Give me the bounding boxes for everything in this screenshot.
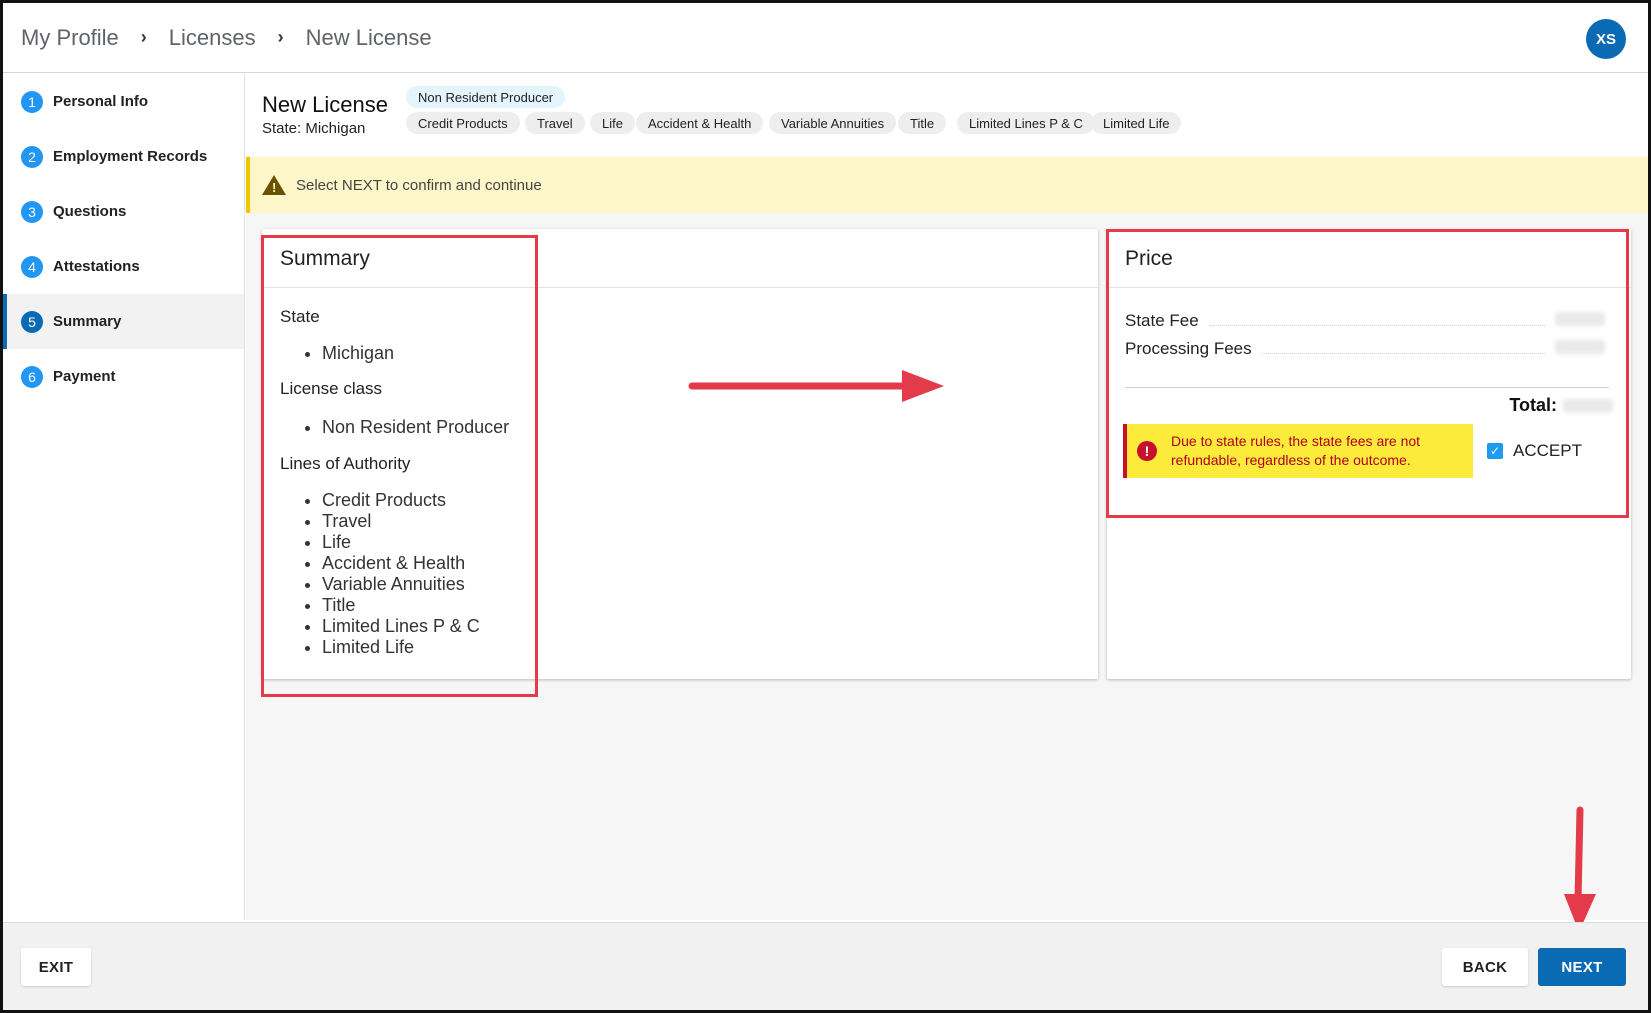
step-number: 1: [21, 90, 43, 113]
sidebar-item-label: Employment Records: [53, 148, 208, 165]
license-class-list: Non Resident Producer: [322, 417, 509, 438]
list-item: Limited Lines P & C: [322, 616, 480, 637]
sidebar-item-personal-info[interactable]: 1 Personal Info: [3, 74, 244, 129]
summary-card: Summary State Michigan License class Non…: [262, 229, 1098, 679]
list-item: Non Resident Producer: [322, 417, 509, 438]
list-item: Michigan: [322, 343, 394, 364]
line-chip: Accident & Health: [636, 112, 764, 134]
step-number: 4: [21, 255, 43, 278]
refund-alert: ! Due to state rules, the state fees are…: [1123, 424, 1473, 478]
list-item: Limited Life: [322, 637, 480, 658]
line-chip: Credit Products: [406, 112, 520, 134]
license-header: New License State: Michigan Non Resident…: [246, 74, 1648, 156]
accept-checkbox[interactable]: ✓ ACCEPT: [1487, 441, 1582, 461]
breadcrumb-licenses[interactable]: Licenses: [169, 25, 256, 51]
list-item: Credit Products: [322, 490, 480, 511]
line-chip: Variable Annuities: [769, 112, 897, 134]
footer-bar: EXIT BACK NEXT: [3, 922, 1648, 1010]
license-state: State: Michigan: [262, 120, 366, 137]
summary-title: Summary: [280, 247, 370, 270]
sidebar-item-attestations[interactable]: 4 Attestations: [3, 239, 244, 294]
list-item: Life: [322, 532, 480, 553]
price-card: Price State Fee Processing Fees Total: !…: [1107, 229, 1631, 679]
redacted-amount: [1555, 312, 1605, 326]
sidebar-item-summary[interactable]: 5 Summary: [3, 294, 244, 349]
list-item: Variable Annuities: [322, 574, 480, 595]
processing-fee-label: Processing Fees: [1125, 339, 1252, 358]
line-chip: Limited Life: [1091, 112, 1182, 134]
total-row: Total:: [1509, 395, 1613, 416]
next-button[interactable]: NEXT: [1538, 948, 1626, 986]
sidebar-item-label: Payment: [53, 368, 116, 385]
line-chip: Limited Lines P & C: [957, 112, 1095, 134]
state-fee-label: State Fee: [1125, 311, 1199, 330]
error-icon: !: [1137, 441, 1157, 461]
sidebar-item-label: Personal Info: [53, 93, 149, 110]
divider: [1125, 387, 1609, 388]
license-class-label: License class: [280, 379, 383, 398]
redacted-amount: [1555, 340, 1605, 354]
exit-button[interactable]: EXIT: [21, 948, 91, 986]
sidebar-item-employment-records[interactable]: 2 Employment Records: [3, 129, 244, 184]
banner-text: Select NEXT to confirm and continue: [296, 176, 542, 194]
alert-text: Due to state rules, the state fees are n…: [1171, 433, 1421, 468]
breadcrumb-new-license: New License: [305, 24, 432, 50]
page-title: New License: [262, 92, 388, 117]
divider: [1107, 287, 1631, 288]
list-item: Title: [322, 595, 480, 616]
main-content: New License State: Michigan Non Resident…: [246, 74, 1648, 920]
list-item: Travel: [322, 511, 480, 532]
total-label: Total:: [1509, 395, 1557, 415]
step-number: 3: [21, 200, 43, 223]
check-icon[interactable]: ✓: [1487, 443, 1503, 459]
redacted-amount: [1563, 398, 1613, 413]
line-chip: Life: [590, 112, 635, 134]
lines-of-authority-list: Credit Products Travel Life Accident & H…: [322, 490, 480, 658]
back-button[interactable]: BACK: [1442, 948, 1528, 986]
license-class-chip: Non Resident Producer: [406, 86, 566, 108]
chevron-right-icon: ›: [140, 27, 147, 47]
lines-of-authority-label: Lines of Authority: [280, 454, 411, 473]
sidebar-item-payment[interactable]: 6 Payment: [3, 349, 244, 404]
dotted-leader: [1261, 353, 1545, 354]
sidebar-item-questions[interactable]: 3 Questions: [3, 184, 244, 239]
sidebar-item-label: Attestations: [53, 258, 140, 275]
divider: [262, 287, 1098, 288]
warning-icon: !: [262, 175, 286, 195]
breadcrumb-my-profile[interactable]: My Profile: [21, 25, 119, 51]
arrow-right-icon: [688, 370, 944, 402]
price-title: Price: [1125, 247, 1173, 270]
step-sidebar: 1 Personal Info 2 Employment Records 3 Q…: [3, 74, 245, 920]
info-banner: ! Select NEXT to confirm and continue: [246, 157, 1648, 213]
arrow-down-icon: [1564, 806, 1596, 932]
chevron-right-icon: ›: [277, 27, 284, 47]
line-chip: Travel: [525, 112, 585, 134]
avatar[interactable]: XS: [1586, 19, 1626, 59]
line-chip: Title: [898, 112, 947, 134]
sidebar-item-label: Summary: [53, 313, 122, 330]
step-number: 5: [21, 310, 43, 333]
accept-label: ACCEPT: [1513, 441, 1582, 460]
list-item: Accident & Health: [322, 553, 480, 574]
sidebar-item-label: Questions: [53, 203, 127, 220]
top-bar: My Profile › Licenses › New License XS: [3, 3, 1648, 73]
step-number: 2: [21, 145, 43, 168]
dotted-leader: [1208, 325, 1545, 326]
state-list: Michigan: [322, 343, 394, 364]
state-label: State: [280, 307, 320, 326]
step-number: 6: [21, 365, 43, 388]
state-fee-row: State Fee: [1125, 311, 1605, 331]
processing-fee-row: Processing Fees: [1125, 339, 1605, 359]
